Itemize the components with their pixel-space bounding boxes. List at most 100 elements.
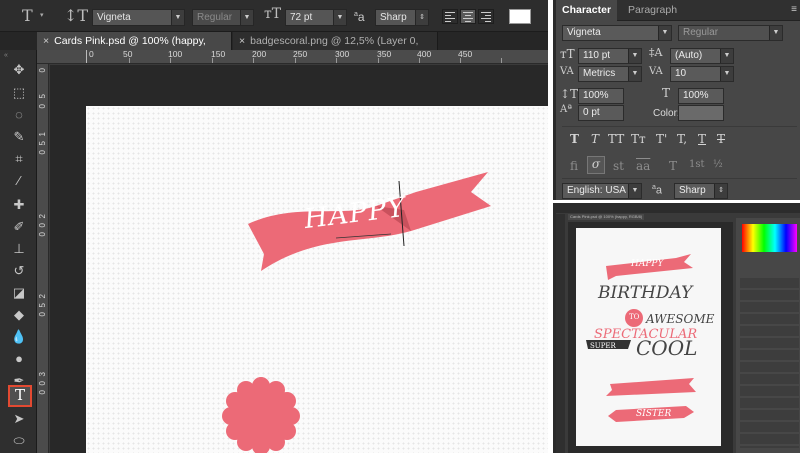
ruler-mark	[295, 58, 296, 63]
leading-field[interactable]: (Auto) ▼	[670, 48, 734, 64]
brush-tool-icon[interactable]: ✐	[8, 217, 30, 237]
ruler-mark	[336, 58, 337, 63]
ruler-tick: 2	[38, 294, 47, 299]
tab-character[interactable]: Character	[556, 0, 618, 21]
strikethrough-button[interactable]: T	[717, 132, 725, 146]
faux-italic-button[interactable]: T	[591, 132, 599, 146]
ruler-tick: 5	[38, 141, 47, 146]
underline-button[interactable]: T	[698, 132, 706, 146]
swash-button[interactable]: st	[613, 159, 624, 173]
divider	[562, 126, 797, 127]
collapse-icon[interactable]: «	[4, 52, 8, 59]
close-icon[interactable]: ×	[43, 35, 49, 47]
font-size-value: 110 pt	[583, 50, 611, 61]
chevron-down-icon[interactable]: ▾	[40, 11, 44, 19]
ruler-mark	[86, 50, 87, 63]
superscript-button[interactable]: T'	[656, 132, 667, 146]
baseline-shift-field[interactable]: 0 pt	[578, 105, 624, 121]
antialias-dropdown[interactable]: Sharp ⇕	[375, 9, 429, 26]
tab-paragraph[interactable]: Paragraph	[622, 0, 683, 21]
font-size-field[interactable]: 110 pt ▼	[578, 48, 642, 64]
ruler-tick: 0	[38, 381, 47, 386]
chevron-down-icon: ▼	[240, 10, 253, 25]
stylistic-alternates-button[interactable]: aa	[636, 159, 650, 173]
move-tool-icon[interactable]: ✥	[8, 60, 30, 80]
font-size-value: 72 pt	[290, 12, 313, 23]
path-selection-tool-icon[interactable]: ➤	[8, 409, 30, 429]
dodge-tool-icon[interactable]: ●	[8, 349, 30, 369]
ligatures-button[interactable]: ﬁ	[570, 159, 578, 173]
align-right-button[interactable]	[478, 9, 494, 24]
all-caps-button[interactable]: TT	[608, 132, 624, 146]
antialias-icon: aa	[652, 184, 663, 197]
tab-cards-pink[interactable]: ×Cards Pink.psd @ 100% (happy, RGB/8) *	[37, 32, 232, 65]
panel-menu-icon[interactable]: ≡	[791, 4, 797, 15]
blur-tool-icon[interactable]: 💧	[8, 327, 30, 347]
tab-badgescoral[interactable]: ×badgescoral.png @ 12,5% (Layer 0, RGB/8…	[233, 32, 438, 65]
vertical-scale-field[interactable]: 100%	[578, 88, 624, 104]
ruler-tick: 200	[252, 49, 267, 59]
font-family-dropdown[interactable]: Vigneta ▼	[562, 25, 672, 41]
titling-alternates-button[interactable]: T	[669, 159, 677, 173]
font-family-dropdown[interactable]: Vigneta ▼	[92, 9, 185, 26]
document-canvas[interactable]: HAPPY	[86, 106, 548, 453]
ruler-tick: 0	[38, 232, 47, 237]
font-size-dropdown[interactable]: 72 pt ▼	[285, 9, 347, 26]
lasso-tool-icon[interactable]: ◌	[8, 105, 30, 125]
antialias-icon: aa	[354, 10, 365, 24]
horizontal-scale-field[interactable]: 100%	[678, 88, 724, 104]
preview-options-bar	[556, 206, 800, 213]
small-caps-button[interactable]: Tт	[631, 132, 646, 146]
options-bar: T ▾ ↕T Vigneta ▼ Regular ▼ тT 72 pt ▼ aa…	[0, 0, 548, 32]
font-style-dropdown[interactable]: Regular ▼	[678, 25, 783, 41]
language-value: English: USA	[567, 185, 626, 196]
text-color-swatch[interactable]	[509, 9, 531, 24]
text-orientation-icon[interactable]: ↕T	[64, 6, 88, 25]
preview-super-text: SUPER	[590, 342, 616, 350]
horizontal-ruler: 0 50 100 150 200 250 300 350 400 450	[37, 50, 548, 64]
close-icon[interactable]: ×	[239, 35, 245, 47]
preview-happy-text: HAPPY	[631, 259, 664, 269]
subscript-button[interactable]: T,	[677, 132, 687, 146]
paint-bucket-tool-icon[interactable]: ◆	[8, 305, 30, 325]
eraser-tool-icon[interactable]: ◪	[8, 283, 30, 303]
antialias-dropdown[interactable]: Sharp ⇕	[674, 183, 728, 199]
ruler-mark	[501, 58, 502, 63]
font-style-dropdown[interactable]: Regular ▼	[192, 9, 254, 26]
chevron-down-icon: ▼	[720, 67, 733, 81]
history-brush-tool-icon[interactable]: ↺	[8, 261, 30, 281]
eyedropper-tool-icon[interactable]: ⁄	[8, 171, 30, 191]
faux-bold-button[interactable]: T	[570, 132, 579, 146]
quick-selection-tool-icon[interactable]: ✎	[8, 127, 30, 147]
tracking-value: 10	[675, 68, 687, 79]
ruler-mark	[378, 58, 379, 63]
align-left-button[interactable]	[442, 9, 458, 24]
discretionary-ligatures-button[interactable]: σ	[587, 156, 605, 174]
chevron-down-icon: ▼	[769, 26, 782, 40]
type-tool-icon[interactable]: T	[8, 385, 32, 407]
kerning-value: Metrics	[583, 68, 616, 79]
preview-birthday-text: BIRTHDAY	[598, 283, 693, 303]
ellipse-tool-icon[interactable]: ⬭	[8, 431, 30, 451]
fractions-button[interactable]: ½	[713, 159, 723, 170]
ruler-tick: 1	[38, 132, 47, 137]
type-tool-preset-icon[interactable]: T	[22, 6, 33, 25]
color-label: Color:	[653, 108, 680, 119]
crop-tool-icon[interactable]: ⌗	[8, 149, 30, 169]
language-dropdown[interactable]: English: USA ▼	[562, 183, 642, 199]
tracking-field[interactable]: 10 ▼	[670, 66, 734, 82]
ruler-tick: 0	[38, 390, 47, 395]
kerning-dropdown[interactable]: Metrics ▼	[578, 66, 642, 82]
chevron-down-icon: ▼	[628, 67, 641, 81]
ruler-mark	[253, 58, 254, 63]
preview-cool-text: COOL	[636, 336, 698, 360]
healing-brush-tool-icon[interactable]: ✚	[8, 195, 30, 215]
ordinals-button[interactable]: 1st	[689, 159, 705, 170]
font-style-value: Regular	[683, 27, 719, 38]
color-swatch[interactable]	[678, 105, 724, 121]
align-center-button[interactable]	[460, 9, 476, 24]
clone-stamp-tool-icon[interactable]: ⊥	[8, 239, 30, 259]
marquee-tool-icon[interactable]: ⬚	[8, 83, 30, 103]
ruler-mark	[460, 58, 461, 63]
font-size-icon: тT	[560, 47, 575, 61]
